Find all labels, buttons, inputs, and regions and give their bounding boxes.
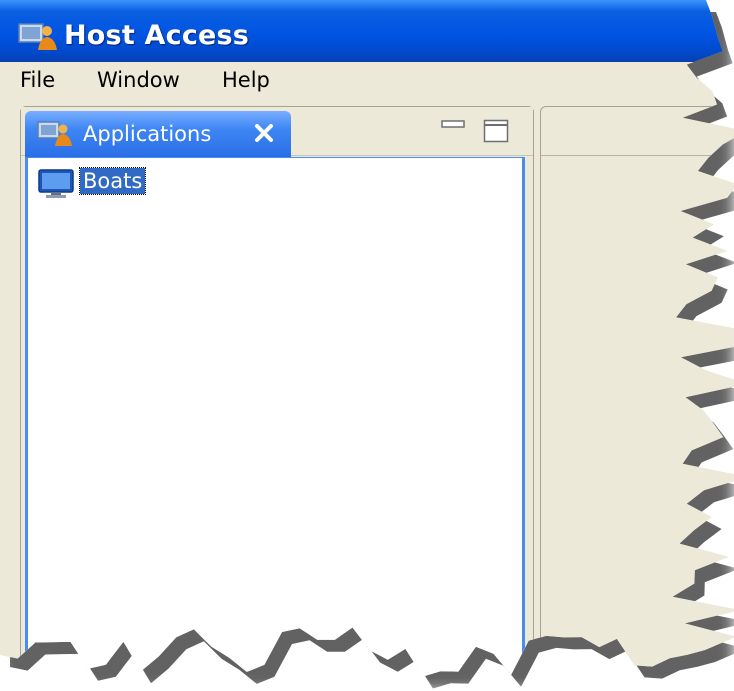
tab-applications[interactable]: Applications	[25, 111, 291, 157]
applications-tree[interactable]: Boats	[25, 157, 525, 677]
applications-view: Applications Boats	[20, 106, 534, 677]
tree-item-label: Boats	[78, 167, 147, 195]
monitor-icon	[38, 169, 74, 198]
menu-bar: File Window Help	[0, 62, 734, 100]
minimize-icon[interactable]	[441, 119, 465, 133]
maximize-icon[interactable]	[483, 119, 509, 143]
torn-screenshot: Host Access File Window Help Application…	[0, 0, 734, 691]
tree-item-boats[interactable]: Boats	[38, 166, 198, 198]
menu-window[interactable]: Window	[97, 68, 180, 92]
menu-file[interactable]: File	[20, 68, 55, 92]
title-bar[interactable]: Host Access	[0, 0, 734, 62]
view-tab-bar: Applications	[21, 107, 533, 157]
window-title: Host Access	[64, 20, 250, 51]
applications-icon	[37, 121, 72, 146]
tab-applications-label: Applications	[83, 122, 212, 146]
close-icon[interactable]	[251, 120, 277, 146]
host-access-app-icon	[18, 23, 57, 50]
menu-help[interactable]: Help	[222, 68, 270, 92]
host-access-window: Host Access File Window Help Application…	[0, 0, 734, 677]
